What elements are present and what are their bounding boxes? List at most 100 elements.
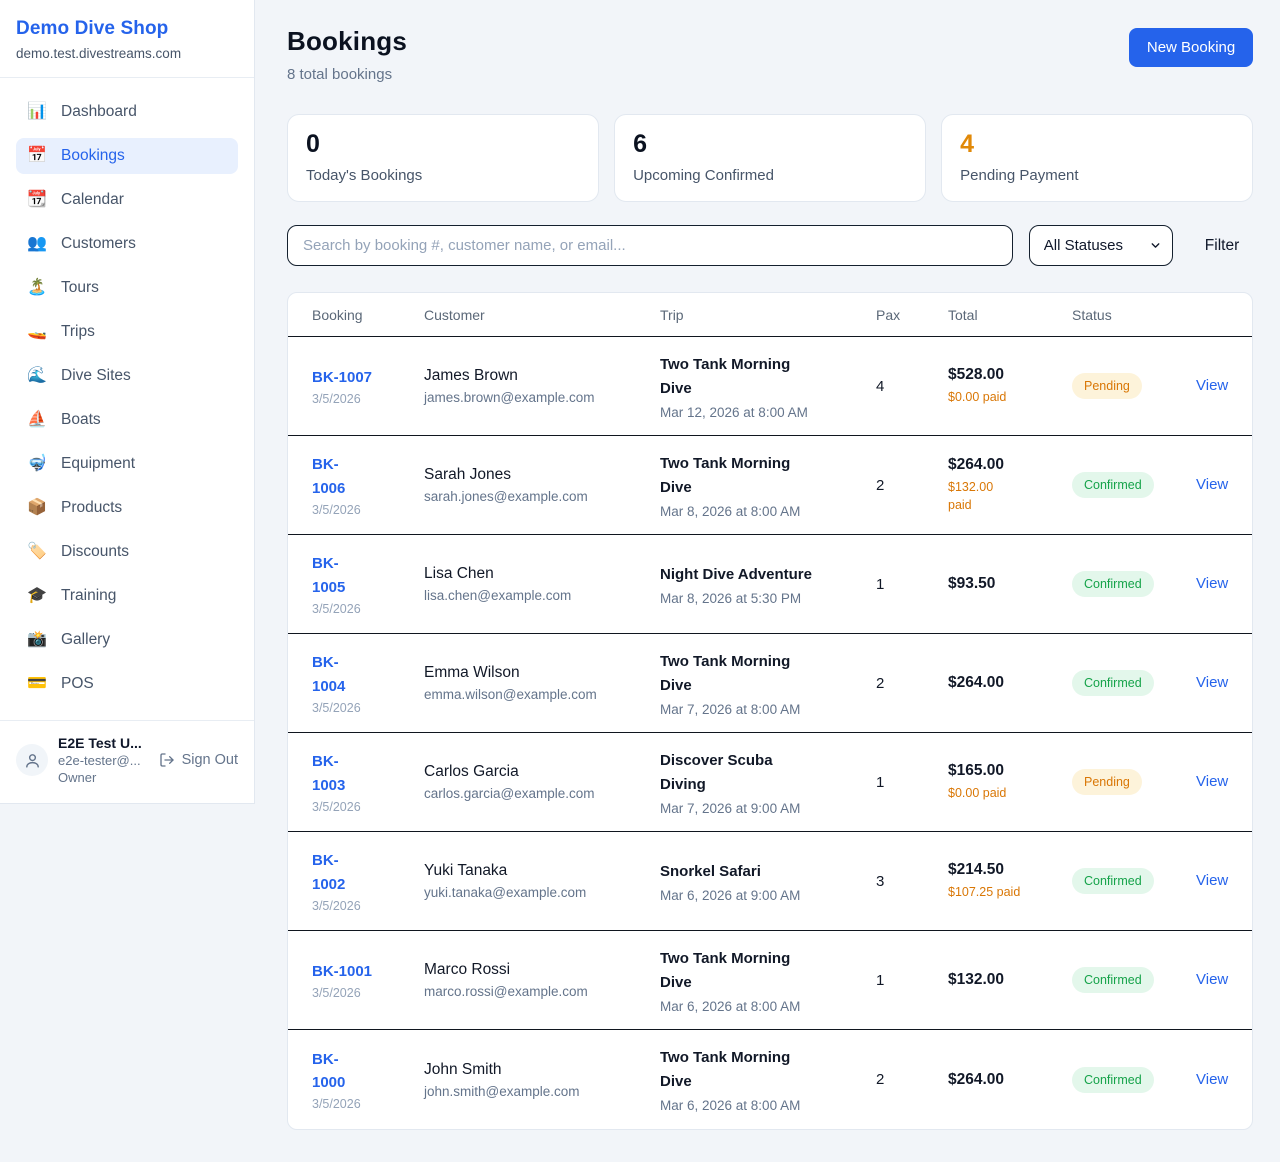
user-role: Owner xyxy=(58,770,149,785)
shop-domain: demo.test.divestreams.com xyxy=(16,46,238,61)
sidebar-item-discounts[interactable]: 🏷️ Discounts xyxy=(16,534,238,570)
booking-cell: BK- 1006 3/5/2026 xyxy=(312,453,424,517)
sidebar-item-tours[interactable]: 🏝️ Tours xyxy=(16,270,238,306)
page-title: Bookings xyxy=(287,26,407,57)
package-icon: 📦 xyxy=(27,500,47,516)
filter-button[interactable]: Filter xyxy=(1189,237,1253,255)
booking-id-link[interactable]: BK- 1003 xyxy=(312,750,345,797)
status-badge: Confirmed xyxy=(1072,868,1154,894)
status-cell: Confirmed xyxy=(1072,967,1196,993)
sidebar-item-equipment[interactable]: 🤿 Equipment xyxy=(16,446,238,482)
view-link[interactable]: View xyxy=(1196,1071,1228,1088)
sidebar-item-bookings[interactable]: 📅 Bookings xyxy=(16,138,238,174)
sidebar-item-label: Dive Sites xyxy=(61,367,131,385)
sidebar-item-dive-sites[interactable]: 🌊 Dive Sites xyxy=(16,358,238,394)
booking-date: 3/5/2026 xyxy=(312,503,424,517)
sidebar-item-label: POS xyxy=(61,675,94,693)
booking-date: 3/5/2026 xyxy=(312,701,424,715)
wave-icon: 🌊 xyxy=(27,368,47,384)
paid-amount: $0.00 paid xyxy=(948,784,1072,802)
sidebar-item-boats[interactable]: ⛵ Boats xyxy=(16,402,238,438)
page-header: Bookings 8 total bookings New Booking xyxy=(287,26,1253,83)
status-cell: Pending xyxy=(1072,373,1196,399)
sidebar-item-dashboard[interactable]: 📊 Dashboard xyxy=(16,94,238,130)
total-cell: $214.50 $107.25 paid xyxy=(948,861,1072,901)
sidebar-nav: 📊 Dashboard 📅 Bookings 📆 Calendar 👥 Cust… xyxy=(0,78,254,720)
total-cell: $528.00 $0.00 paid xyxy=(948,366,1072,406)
sidebar-item-gallery[interactable]: 📸 Gallery xyxy=(16,622,238,658)
trip-name: Two Tank Morning Dive xyxy=(660,947,876,995)
page-title-block: Bookings 8 total bookings xyxy=(287,26,407,83)
sidebar-item-label: Calendar xyxy=(61,191,124,209)
view-link[interactable]: View xyxy=(1196,377,1228,394)
sidebar-item-label: Dashboard xyxy=(61,103,137,121)
sidebar-item-calendar[interactable]: 📆 Calendar xyxy=(16,182,238,218)
bookings-table: Booking Customer Trip Pax Total Status B… xyxy=(287,292,1253,1130)
booking-date: 3/5/2026 xyxy=(312,392,424,406)
trip-cell: Discover Scuba Diving Mar 7, 2026 at 9:0… xyxy=(660,749,876,816)
sidebar-item-label: Training xyxy=(61,587,116,605)
trip-name: Two Tank Morning Dive xyxy=(660,353,876,401)
total-amount: $214.50 xyxy=(948,861,1072,879)
sidebar-item-trips[interactable]: 🚤 Trips xyxy=(16,314,238,350)
sign-out-button[interactable]: Sign Out xyxy=(159,752,238,768)
total-cell: $93.50 xyxy=(948,575,1072,593)
booking-id-link[interactable]: BK- 1000 xyxy=(312,1048,345,1095)
customer-name: John Smith xyxy=(424,1061,660,1079)
sidebar-item-label: Trips xyxy=(61,323,95,341)
booking-date: 3/5/2026 xyxy=(312,986,424,1000)
pax-cell: 3 xyxy=(876,873,948,890)
sidebar-item-pos[interactable]: 💳 POS xyxy=(16,666,238,702)
column-header-booking: Booking xyxy=(312,307,424,323)
sidebar: Demo Dive Shop demo.test.divestreams.com… xyxy=(0,0,255,804)
tearoff-calendar-icon: 📆 xyxy=(27,192,47,208)
stat-value: 6 xyxy=(633,132,907,157)
paid-amount: $132.00 paid xyxy=(948,478,1072,514)
view-cell: View xyxy=(1196,476,1228,494)
trip-cell: Night Dive Adventure Mar 8, 2026 at 5:30… xyxy=(660,563,876,606)
sidebar-item-products[interactable]: 📦 Products xyxy=(16,490,238,526)
trip-cell: Two Tank Morning Dive Mar 12, 2026 at 8:… xyxy=(660,353,876,420)
booking-id-link[interactable]: BK- 1004 xyxy=(312,651,345,698)
status-cell: Pending xyxy=(1072,769,1196,795)
sidebar-item-customers[interactable]: 👥 Customers xyxy=(16,226,238,262)
table-row: BK- 1002 3/5/2026 Yuki Tanaka yuki.tanak… xyxy=(288,832,1252,931)
view-link[interactable]: View xyxy=(1196,476,1228,493)
total-amount: $528.00 xyxy=(948,366,1072,384)
customer-cell: John Smith john.smith@example.com xyxy=(424,1061,660,1099)
view-link[interactable]: View xyxy=(1196,575,1228,592)
table-row: BK- 1003 3/5/2026 Carlos Garcia carlos.g… xyxy=(288,733,1252,832)
view-link[interactable]: View xyxy=(1196,773,1228,790)
trip-datetime: Mar 6, 2026 at 9:00 AM xyxy=(660,888,876,903)
status-badge: Pending xyxy=(1072,373,1142,399)
stat-value: 0 xyxy=(306,132,580,157)
column-header-pax: Pax xyxy=(876,307,948,323)
view-cell: View xyxy=(1196,674,1228,692)
trip-datetime: Mar 12, 2026 at 8:00 AM xyxy=(660,405,876,420)
table-row: BK- 1006 3/5/2026 Sarah Jones sarah.jone… xyxy=(288,436,1252,535)
people-icon: 👥 xyxy=(27,236,47,252)
booking-id-link[interactable]: BK- 1002 xyxy=(312,849,345,896)
booking-date: 3/5/2026 xyxy=(312,602,424,616)
view-link[interactable]: View xyxy=(1196,872,1228,889)
sidebar-item-label: Tours xyxy=(61,279,99,297)
customer-name: Marco Rossi xyxy=(424,961,660,979)
booking-id-link[interactable]: BK-1001 xyxy=(312,960,372,983)
search-input[interactable] xyxy=(287,225,1013,266)
new-booking-button[interactable]: New Booking xyxy=(1129,28,1253,67)
booking-date: 3/5/2026 xyxy=(312,899,424,913)
booking-id-link[interactable]: BK- 1005 xyxy=(312,552,345,599)
status-select[interactable]: All Statuses xyxy=(1029,225,1173,266)
status-badge: Confirmed xyxy=(1072,1067,1154,1093)
view-cell: View xyxy=(1196,872,1228,890)
sidebar-item-label: Boats xyxy=(61,411,101,429)
app-root: Demo Dive Shop demo.test.divestreams.com… xyxy=(0,0,1280,1162)
trip-datetime: Mar 8, 2026 at 5:30 PM xyxy=(660,591,876,606)
shop-name: Demo Dive Shop xyxy=(16,18,238,40)
sidebar-item-training[interactable]: 🎓 Training xyxy=(16,578,238,614)
booking-id-link[interactable]: BK- 1006 xyxy=(312,453,345,500)
view-link[interactable]: View xyxy=(1196,971,1228,988)
sidebar-item-label: Gallery xyxy=(61,631,110,649)
booking-id-link[interactable]: BK-1007 xyxy=(312,366,372,389)
view-link[interactable]: View xyxy=(1196,674,1228,691)
